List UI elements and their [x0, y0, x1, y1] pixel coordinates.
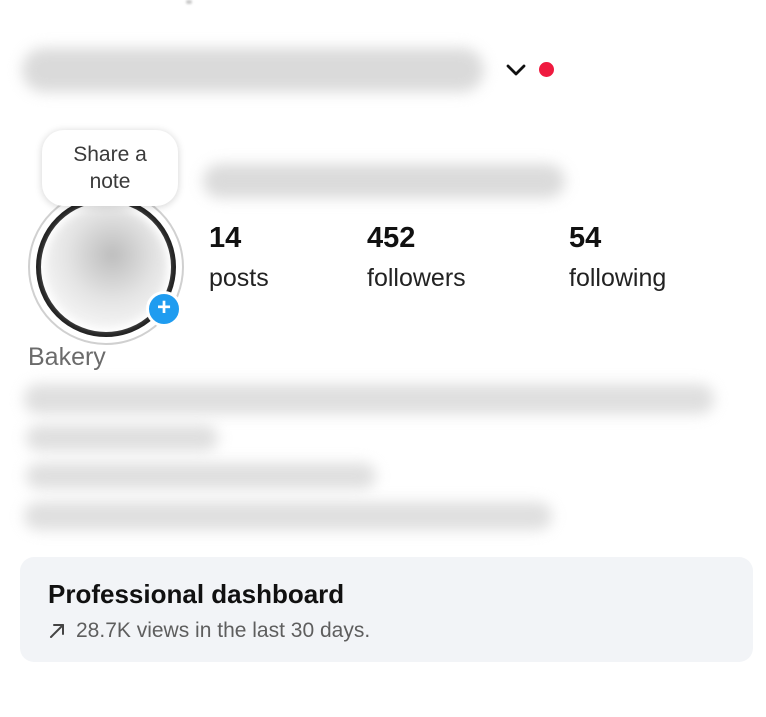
posts-count: 14	[209, 222, 242, 254]
stat-followers[interactable]: 452 followers	[367, 220, 466, 300]
stat-following[interactable]: 54 following	[569, 220, 666, 300]
following-count: 54	[569, 222, 602, 254]
bio-redacted-line	[26, 463, 376, 489]
notification-dot	[539, 62, 554, 77]
dashboard-views-text: 28.7K views in the last 30 days.	[76, 619, 371, 642]
bio-redacted-line	[24, 384, 714, 414]
following-label: following	[569, 264, 667, 292]
plus-icon: +	[156, 294, 171, 321]
followers-label: followers	[367, 264, 466, 292]
followers-count: 452	[367, 222, 416, 254]
posts-label: posts	[209, 264, 269, 292]
bio-redacted-line	[26, 425, 218, 451]
dashboard-subtitle-row: 28.7K views in the last 30 days.	[48, 619, 370, 643]
profile-category: Bakery	[28, 343, 106, 371]
username-redacted[interactable]	[22, 48, 484, 92]
stat-posts[interactable]: 14 posts	[209, 220, 269, 300]
professional-dashboard-card[interactable]: Professional dashboard 28.7K views in th…	[20, 557, 753, 662]
share-note-label: Share a note	[73, 143, 147, 193]
account-switcher-button[interactable]	[502, 57, 530, 83]
share-note-bubble[interactable]: Share a note	[42, 130, 178, 206]
chevron-down-icon	[506, 64, 526, 76]
dashboard-title: Professional dashboard	[48, 579, 345, 609]
add-story-button[interactable]: +	[146, 291, 182, 327]
bio-link-redacted[interactable]	[24, 502, 552, 530]
display-name-redacted	[203, 164, 565, 198]
blurred-status-fragment	[186, 0, 192, 4]
profile-page: + Share a note 14 posts 452 followers 54…	[0, 0, 766, 717]
arrow-up-right-icon	[50, 624, 64, 638]
